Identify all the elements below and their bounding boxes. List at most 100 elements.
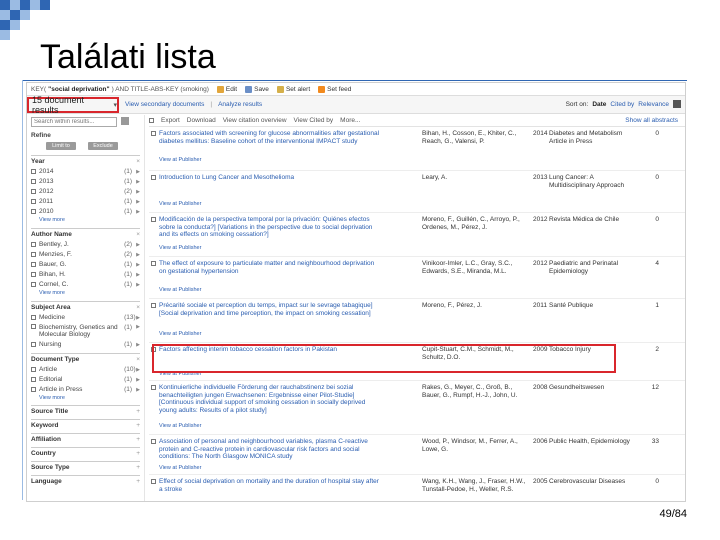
save-button[interactable]: Save xyxy=(245,85,269,93)
expand-icon[interactable]: + xyxy=(136,478,140,485)
result-title[interactable]: Association of personal and neighbourhoo… xyxy=(159,438,383,461)
result-cited-by[interactable]: 4 xyxy=(649,260,659,267)
checkbox[interactable] xyxy=(31,209,36,214)
result-cited-by[interactable]: 33 xyxy=(649,438,659,445)
view-more-link[interactable]: View more xyxy=(31,395,140,401)
sort-date[interactable]: Date xyxy=(592,101,606,108)
search-within-input[interactable] xyxy=(31,117,117,127)
facet-source-type[interactable]: Source Type + xyxy=(31,461,140,471)
view-more-link[interactable]: View more xyxy=(31,290,140,296)
expand-icon[interactable]: + xyxy=(136,422,140,429)
result-source[interactable]: Santé Publique xyxy=(549,302,641,310)
facet-item[interactable]: Article in Press (1) ▶ xyxy=(31,386,140,393)
checkbox[interactable] xyxy=(31,179,36,184)
checkbox[interactable] xyxy=(31,262,36,267)
facet-item[interactable]: 2012 (2) ▶ xyxy=(31,188,140,195)
result-cited-by[interactable]: 0 xyxy=(649,478,659,485)
expand-icon[interactable]: + xyxy=(136,436,140,443)
view-at-publisher-link[interactable]: View at Publisher xyxy=(159,287,201,293)
limit-to-button[interactable]: Limit to xyxy=(46,142,76,150)
view-at-publisher-link[interactable]: View at Publisher xyxy=(159,201,201,207)
result-authors[interactable]: Moreno, F., Pérez, J. xyxy=(422,302,532,310)
result-authors[interactable]: Bihan, H., Cosson, E., Khiter, C., Reach… xyxy=(422,130,532,145)
row-checkbox[interactable] xyxy=(151,261,156,266)
result-authors[interactable]: Rakes, G., Meyer, C., Groß, B., Bauer, G… xyxy=(422,384,532,399)
facet-item[interactable]: 2010 (1) ▶ xyxy=(31,208,140,215)
result-title[interactable]: Factors associated with screening for gl… xyxy=(159,130,383,145)
view-cited-by-button[interactable]: View Cited by xyxy=(294,117,334,124)
result-cited-by[interactable]: 0 xyxy=(649,174,659,181)
result-authors[interactable]: Leary, A. xyxy=(422,174,532,182)
facet-item[interactable]: 2014 (1) ▶ xyxy=(31,168,140,175)
row-checkbox[interactable] xyxy=(151,131,156,136)
more-button[interactable]: More... xyxy=(340,117,360,124)
result-cited-by[interactable]: 0 xyxy=(649,216,659,223)
result-title[interactable]: The effect of exposure to particulate ma… xyxy=(159,260,383,275)
view-at-publisher-link[interactable]: View at Publisher xyxy=(159,245,201,251)
facet-keyword[interactable]: Keyword + xyxy=(31,419,140,429)
result-authors[interactable]: Wang, K.H., Wang, J., Fraser, H.W., Tuns… xyxy=(422,478,532,493)
facet-item[interactable]: 2011 (1) ▶ xyxy=(31,198,140,205)
checkbox[interactable] xyxy=(31,367,36,372)
facet-item[interactable]: Bihan, H. (1) ▶ xyxy=(31,271,140,278)
checkbox[interactable] xyxy=(31,342,36,347)
view-citation-overview-button[interactable]: View citation overview xyxy=(223,117,287,124)
view-secondary-documents-link[interactable]: View secondary documents xyxy=(125,101,204,108)
view-at-publisher-link[interactable]: View at Publisher xyxy=(159,465,201,471)
checkbox[interactable] xyxy=(31,199,36,204)
set-alert-button[interactable]: Set alert xyxy=(276,85,310,93)
result-source[interactable]: Revista Médica de Chile xyxy=(549,216,641,224)
checkbox[interactable] xyxy=(31,377,36,382)
result-source[interactable]: Paediatric and Perinatal Epidemiology xyxy=(549,260,641,275)
facet-item[interactable]: Editorial (1) ▶ xyxy=(31,376,140,383)
result-cited-by[interactable]: 12 xyxy=(649,384,659,391)
export-button[interactable]: Export xyxy=(161,117,180,124)
facet-item[interactable]: Bentley, J. (2) ▶ xyxy=(31,241,140,248)
analyze-results-link[interactable]: Analyze results xyxy=(218,101,262,108)
collapse-icon[interactable]: × xyxy=(136,158,140,165)
facet-item[interactable]: Cornel, C. (1) ▶ xyxy=(31,281,140,288)
result-cited-by[interactable]: 2 xyxy=(649,346,659,353)
checkbox[interactable] xyxy=(31,315,36,320)
chevron-down-icon[interactable]: ▾ xyxy=(113,101,117,109)
collapse-icon[interactable]: × xyxy=(136,304,140,311)
checkbox[interactable] xyxy=(31,272,36,277)
row-checkbox[interactable] xyxy=(151,217,156,222)
sort-relevance[interactable]: Relevance xyxy=(638,101,669,108)
result-title[interactable]: Kontinuierliche individuelle Förderung d… xyxy=(159,384,383,414)
facet-item[interactable]: 2013 (1) ▶ xyxy=(31,178,140,185)
view-at-publisher-link[interactable]: View at Publisher xyxy=(159,331,201,337)
collapse-icon[interactable]: × xyxy=(136,356,140,363)
result-title[interactable]: Modificación de la perspectiva temporal … xyxy=(159,216,383,239)
expand-icon[interactable]: + xyxy=(136,450,140,457)
set-feed-button[interactable]: Set feed xyxy=(318,85,351,93)
facet-item[interactable]: Menzies, F. (2) ▶ xyxy=(31,251,140,258)
edit-button[interactable]: Edit xyxy=(216,85,237,93)
facet-item[interactable]: Nursing (1) ▶ xyxy=(31,341,140,348)
collapse-icon[interactable]: × xyxy=(136,231,140,238)
result-title[interactable]: Précarité sociale et perception du temps… xyxy=(159,302,383,317)
checkbox[interactable] xyxy=(31,189,36,194)
sort-cited-by[interactable]: Cited by xyxy=(610,101,634,108)
result-authors[interactable]: Moreno, F., Guillén, C., Arroyo, P., Ord… xyxy=(422,216,532,231)
expand-icon[interactable]: + xyxy=(136,464,140,471)
view-at-publisher-link[interactable]: View at Publisher xyxy=(159,157,201,163)
facet-item[interactable]: Medicine (13) ▶ xyxy=(31,314,140,321)
result-source[interactable]: Gesundheitswesen xyxy=(549,384,641,392)
result-title[interactable]: Introduction to Lung Cancer and Mesothel… xyxy=(159,174,383,182)
row-checkbox[interactable] xyxy=(151,385,156,390)
search-icon[interactable] xyxy=(120,117,129,126)
result-source[interactable]: Public Health, Epidemiology xyxy=(549,438,641,446)
result-source[interactable]: Cerebrovascular Diseases xyxy=(549,478,641,486)
show-all-abstracts-link[interactable]: Show all abstracts xyxy=(625,117,678,124)
facet-item[interactable]: Biochemistry, Genetics and Molecular Bio… xyxy=(31,324,140,338)
exclude-button[interactable]: Exclude xyxy=(88,142,118,150)
row-checkbox[interactable] xyxy=(151,479,156,484)
result-authors[interactable]: Wood, P., Windsor, M., Ferrer, A., Lowe,… xyxy=(422,438,532,453)
view-at-publisher-link[interactable]: View at Publisher xyxy=(159,423,201,429)
facet-affiliation[interactable]: Affiliation + xyxy=(31,433,140,443)
checkbox[interactable] xyxy=(31,252,36,257)
download-button[interactable]: Download xyxy=(187,117,216,124)
checkbox[interactable] xyxy=(31,387,36,392)
row-checkbox[interactable] xyxy=(151,439,156,444)
